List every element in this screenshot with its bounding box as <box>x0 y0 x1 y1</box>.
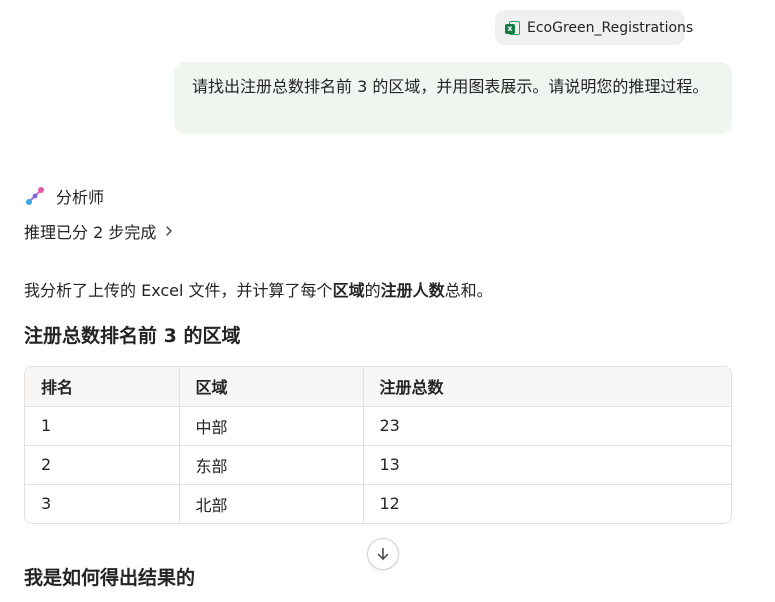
table-row: 2 东部 13 <box>25 445 731 485</box>
section-heading-how: 我是如何得出结果的 <box>24 567 196 589</box>
table-header-region: 区域 <box>179 367 364 407</box>
table-cell-total: 23 <box>363 406 731 446</box>
table-row: 1 中部 23 <box>25 406 731 446</box>
intro-bold-registrations: 注册人数 <box>380 281 445 300</box>
table-cell-region: 中部 <box>179 406 364 446</box>
assistant-name: 分析师 <box>56 188 105 207</box>
scroll-to-bottom-button[interactable] <box>367 538 399 570</box>
chevron-right-icon <box>166 226 173 236</box>
table-header-row: 排名 区域 注册总数 <box>25 367 731 407</box>
excel-file-icon: x <box>505 20 521 36</box>
analyst-icon <box>26 187 44 205</box>
user-message-text: 请找出注册总数排名前 3 的区域，并用图表展示。请说明您的推理过程。 <box>192 77 709 96</box>
table-heading: 注册总数排名前 3 的区域 <box>24 325 241 347</box>
intro-bold-region: 区域 <box>332 281 365 300</box>
table-header-rank: 排名 <box>25 367 180 407</box>
user-message-bubble: 请找出注册总数排名前 3 的区域，并用图表展示。请说明您的推理过程。 <box>174 62 732 134</box>
assistant-intro-text: 我分析了上传的 Excel 文件，并计算了每个区域的注册人数总和。 <box>24 281 493 300</box>
results-table: 排名 区域 注册总数 1 中部 23 2 东部 13 3 北部 12 <box>24 366 732 524</box>
table-cell-rank: 1 <box>25 406 180 446</box>
table-cell-region: 东部 <box>179 445 364 485</box>
table-header-total: 注册总数 <box>363 367 731 407</box>
table-cell-total: 12 <box>379 494 400 514</box>
assistant-header: 分析师 <box>24 184 104 208</box>
table-row: 3 北部 12 <box>25 484 731 523</box>
reasoning-toggle[interactable]: 推理已分 2 步完成 <box>24 219 174 243</box>
table-cell-rank: 2 <box>25 445 180 485</box>
table-cell-rank: 3 <box>25 484 180 523</box>
table-cell-region: 北部 <box>179 484 364 523</box>
attachment-file-name: EcoGreen_Registrations <box>527 19 694 36</box>
chat-page: x EcoGreen_Registrations 请找出注册总数排名前 3 的区… <box>0 0 775 602</box>
attachment-chip[interactable]: x EcoGreen_Registrations <box>495 10 693 45</box>
arrow-down-icon <box>377 547 389 560</box>
reasoning-label: 推理已分 2 步完成 <box>24 223 157 242</box>
table-cell-total: 13 <box>363 445 731 485</box>
